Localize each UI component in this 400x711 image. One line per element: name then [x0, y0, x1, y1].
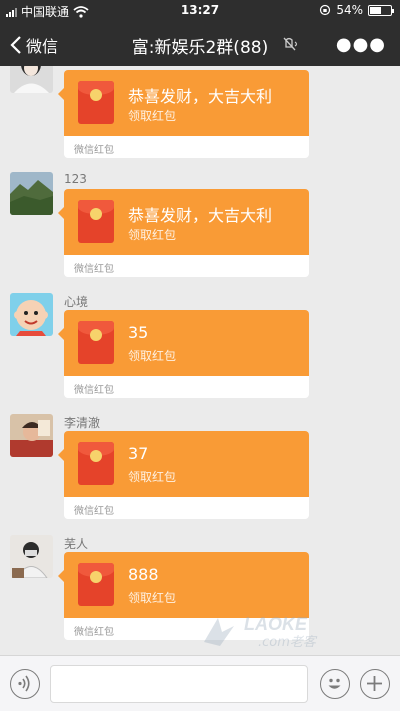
avatar[interactable] [10, 293, 53, 336]
avatar[interactable] [10, 172, 53, 215]
red-envelope-icon [78, 321, 114, 364]
status-right: 54% [319, 3, 394, 17]
red-packet-body: 恭喜发财，大吉大利 领取红包 [58, 70, 309, 136]
packet-greeting: 888 [128, 565, 159, 584]
packet-greeting: 37 [128, 444, 149, 463]
sender-name: 芜人 [64, 537, 89, 551]
red-packet-body: 37 领取红包 [58, 431, 309, 497]
red-envelope-icon [78, 442, 114, 485]
sender-name: 123 [64, 172, 87, 186]
watermark-logo: LAOKE .com老客 [200, 612, 350, 652]
packet-claim-text: 领取红包 [128, 228, 177, 242]
battery-percent: 54% [336, 3, 363, 17]
red-packet[interactable]: 37 领取红包 微信红包 [58, 431, 309, 519]
red-packet[interactable]: 恭喜发财，大吉大利 领取红包 微信红包 [58, 70, 309, 158]
sender-name: 心境 [64, 295, 89, 309]
orientation-lock-icon [320, 4, 331, 16]
plus-icon [367, 676, 382, 691]
avatar[interactable] [10, 66, 53, 93]
red-envelope-icon [78, 200, 114, 243]
add-button[interactable] [360, 669, 390, 699]
red-packet[interactable]: 35 领取红包 微信红包 [58, 310, 309, 398]
packet-claim-text: 领取红包 [128, 349, 177, 363]
red-packet-body: 35 领取红包 [58, 310, 309, 376]
red-packet-body: 888 领取红包 [58, 552, 309, 618]
avatar[interactable] [10, 535, 53, 578]
emoji-button[interactable] [320, 669, 350, 699]
input-bar [0, 655, 400, 711]
status-bar: 中国联通 13:27 54% [0, 0, 400, 22]
packet-footer: 微信红包 [64, 497, 309, 519]
red-envelope-icon [78, 81, 114, 124]
nav-bar: 微信 富:新娱乐2群(88) ●●● [0, 22, 400, 66]
packet-footer: 微信红包 [64, 255, 309, 277]
voice-icon [18, 675, 30, 692]
watermark-sub: .com老客 [258, 634, 318, 650]
more-icon: ●●● [335, 34, 386, 55]
packet-claim-text: 领取红包 [128, 470, 177, 484]
packet-greeting: 恭喜发财，大吉大利 [128, 206, 273, 225]
packet-greeting: 恭喜发财，大吉大利 [128, 87, 273, 106]
packet-footer: 微信红包 [64, 376, 309, 398]
mute-icon [283, 37, 298, 51]
sender-name: 李清澈 [64, 416, 101, 430]
red-packet[interactable]: 恭喜发财，大吉大利 领取红包 微信红包 [58, 189, 309, 277]
red-envelope-icon [78, 563, 114, 606]
packet-claim-text: 领取红包 [128, 591, 177, 605]
message-input[interactable] [50, 665, 308, 703]
packet-greeting: 35 [128, 323, 149, 342]
more-button[interactable]: ●●● [336, 34, 386, 55]
packet-claim-text: 领取红包 [128, 109, 177, 123]
battery-icon [368, 4, 394, 16]
avatar[interactable] [10, 414, 53, 457]
chat-area[interactable]: 恭喜发财，大吉大利 领取红包 微信红包 123 恭喜发财，大吉大利 领取红包 微… [0, 66, 400, 655]
voice-button[interactable] [10, 669, 40, 699]
packet-footer: 微信红包 [64, 136, 309, 158]
watermark-brand: LAOKE [244, 614, 308, 634]
emoji-icon [328, 678, 341, 689]
red-packet-body: 恭喜发财，大吉大利 领取红包 [58, 189, 309, 255]
